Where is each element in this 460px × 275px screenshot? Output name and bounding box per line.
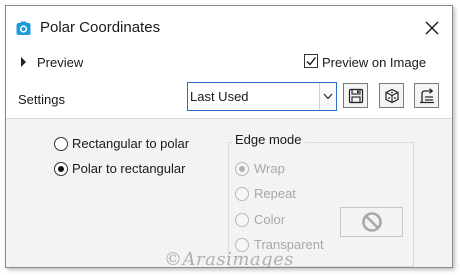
radio-selected-dot [58,166,64,172]
radio-rectangular-to-polar[interactable] [54,137,68,151]
close-icon[interactable] [424,20,440,36]
chevron-right-icon[interactable] [21,57,26,67]
save-icon [348,88,364,104]
radio-label-edge-color[interactable]: Color [254,212,285,227]
polar-coordinates-dialog: Polar Coordinates Preview Preview on Ima… [5,5,453,268]
settings-label: Settings [18,92,65,107]
options-panel: Rectangular to polar Polar to rectangula… [6,118,452,267]
camera-icon [16,21,31,35]
load-preset-button[interactable] [414,83,439,108]
settings-row: Settings Last Used [6,82,452,116]
edge-mode-title: Edge mode [232,132,305,147]
radio-edge-wrap[interactable] [235,162,249,176]
preview-toggle[interactable]: Preview [37,55,83,70]
preview-on-image-label[interactable]: Preview on Image [322,55,426,70]
edge-color-swatch[interactable] [340,207,403,237]
radio-label-rectangular-to-polar[interactable]: Rectangular to polar [72,136,189,151]
settings-preset-select[interactable]: Last Used [187,82,337,111]
save-preset-button[interactable] [343,83,368,108]
settings-preset-value: Last Used [190,89,249,104]
load-preset-icon [420,88,434,104]
radio-label-polar-to-rectangular[interactable]: Polar to rectangular [72,161,185,176]
radio-label-edge-wrap[interactable]: Wrap [254,161,285,176]
dice-icon [385,88,399,104]
radio-edge-repeat[interactable] [235,187,249,201]
watermark: ©Arasimages [164,249,295,268]
checkmark-icon [306,57,317,66]
radio-polar-to-rectangular[interactable] [54,162,68,176]
dropdown-arrow[interactable] [319,83,336,110]
preview-on-image-checkbox[interactable] [304,54,318,68]
radio-edge-color[interactable] [235,213,249,227]
no-symbol-icon [362,212,382,232]
radio-label-edge-repeat[interactable]: Repeat [254,186,296,201]
preview-row: Preview Preview on Image [6,53,452,75]
dialog-title: Polar Coordinates [40,19,161,36]
chevron-down-icon [323,93,333,100]
radio-selected-dot [239,166,245,172]
title-bar: Polar Coordinates [6,6,452,48]
reset-button[interactable] [379,83,404,108]
